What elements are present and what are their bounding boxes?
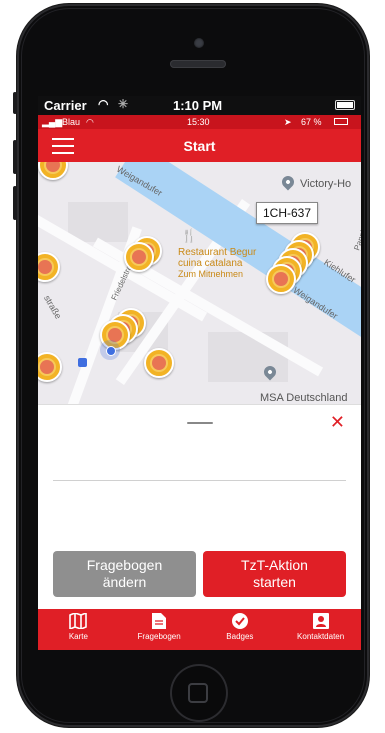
poi-name-line1: Restaurant Begur bbox=[178, 247, 257, 258]
tab-label: Karte bbox=[68, 632, 88, 641]
place-label: Victory-Ho bbox=[300, 178, 352, 190]
document-icon bbox=[152, 613, 167, 629]
button-label-line1: TzT-Aktion bbox=[241, 557, 308, 573]
app-screen: Carrier ◠ ✳ 1:10 PM ▂▄▆ Blau ◠ 15:30 ➤ 6… bbox=[38, 96, 361, 650]
status-carrier: Blau bbox=[62, 117, 81, 127]
map-view[interactable]: Weigandufer straße Friedelstraße Weigand… bbox=[38, 162, 361, 404]
map-block bbox=[68, 202, 128, 242]
map-marker[interactable] bbox=[38, 252, 60, 282]
edit-questionnaire-button[interactable]: Fragebogen ändern bbox=[53, 551, 196, 597]
map-marker[interactable] bbox=[38, 162, 68, 180]
selected-marker-tag[interactable]: 1CH-637 bbox=[256, 202, 319, 224]
battery-percent: 67 % bbox=[301, 117, 322, 127]
map-icon bbox=[69, 613, 88, 629]
mute-switch bbox=[13, 92, 17, 114]
tab-label: Kontaktdaten bbox=[297, 632, 345, 641]
earpiece-speaker bbox=[170, 60, 226, 68]
current-location-icon bbox=[100, 340, 120, 360]
contact-icon bbox=[312, 613, 329, 629]
badge-icon bbox=[231, 613, 248, 629]
map-pin-icon bbox=[279, 173, 297, 191]
poi-name-line2: cuina catalana bbox=[178, 258, 243, 269]
button-label-line2: starten bbox=[253, 574, 296, 590]
status-time: 15:30 bbox=[187, 117, 210, 127]
tab-badges[interactable]: Badges bbox=[200, 609, 281, 650]
battery-icon bbox=[335, 100, 355, 110]
app-header: Start bbox=[38, 129, 361, 162]
poi-subtitle: Zum Mitnehmen bbox=[178, 269, 244, 279]
tab-karte[interactable]: Karte bbox=[38, 609, 119, 650]
battery-icon bbox=[334, 118, 348, 125]
tab-fragebogen[interactable]: Fragebogen bbox=[119, 609, 200, 650]
ios-time: 1:10 PM bbox=[173, 98, 223, 113]
front-camera bbox=[194, 38, 204, 48]
tab-kontaktdaten[interactable]: Kontaktdaten bbox=[280, 609, 361, 650]
bottom-tab-bar: Karte Fragebogen Badges Kontaktdaten bbox=[38, 609, 361, 650]
volume-up-button bbox=[13, 140, 17, 174]
map-marker[interactable] bbox=[144, 348, 174, 378]
wifi-icon: ◠ bbox=[86, 117, 94, 127]
ios-status-bar: Carrier ◠ ✳ 1:10 PM bbox=[38, 96, 361, 115]
place-label: MSA Deutschland bbox=[260, 392, 348, 404]
street-label: Pannierstraße bbox=[352, 201, 361, 252]
page-title: Start bbox=[183, 138, 216, 154]
poi-restaurant[interactable]: Restaurant Begur cuina catalana Zum Mitn… bbox=[178, 247, 256, 280]
bus-stop-icon bbox=[78, 358, 87, 367]
street-label: straße bbox=[42, 293, 64, 321]
tab-label: Badges bbox=[226, 632, 254, 641]
ios-carrier: Carrier bbox=[44, 98, 87, 113]
button-label-line1: Fragebogen bbox=[86, 557, 163, 573]
activity-spinner-icon: ✳ bbox=[118, 97, 129, 111]
wifi-icon: ◠ bbox=[98, 97, 109, 111]
sheet-drag-handle[interactable] bbox=[187, 422, 213, 424]
home-button-icon bbox=[188, 683, 208, 703]
bottom-sheet: ✕ Fragebogen ändern TzT-Aktion starten bbox=[38, 404, 361, 610]
map-marker[interactable] bbox=[38, 352, 62, 382]
location-icon: ➤ bbox=[284, 117, 292, 127]
close-icon[interactable]: ✕ bbox=[330, 413, 345, 431]
start-action-button[interactable]: TzT-Aktion starten bbox=[203, 551, 346, 597]
device-status-bar: ▂▄▆ Blau ◠ 15:30 ➤ 67 % bbox=[38, 115, 361, 129]
tab-label: Fragebogen bbox=[137, 632, 181, 641]
map-marker[interactable] bbox=[266, 264, 296, 294]
divider bbox=[53, 480, 346, 481]
restaurant-icon: 🍴 bbox=[181, 228, 198, 243]
volume-down-button bbox=[13, 186, 17, 220]
button-label-line2: ändern bbox=[102, 574, 147, 590]
signal-icon: ▂▄▆ bbox=[42, 117, 63, 127]
map-marker[interactable] bbox=[124, 242, 154, 272]
